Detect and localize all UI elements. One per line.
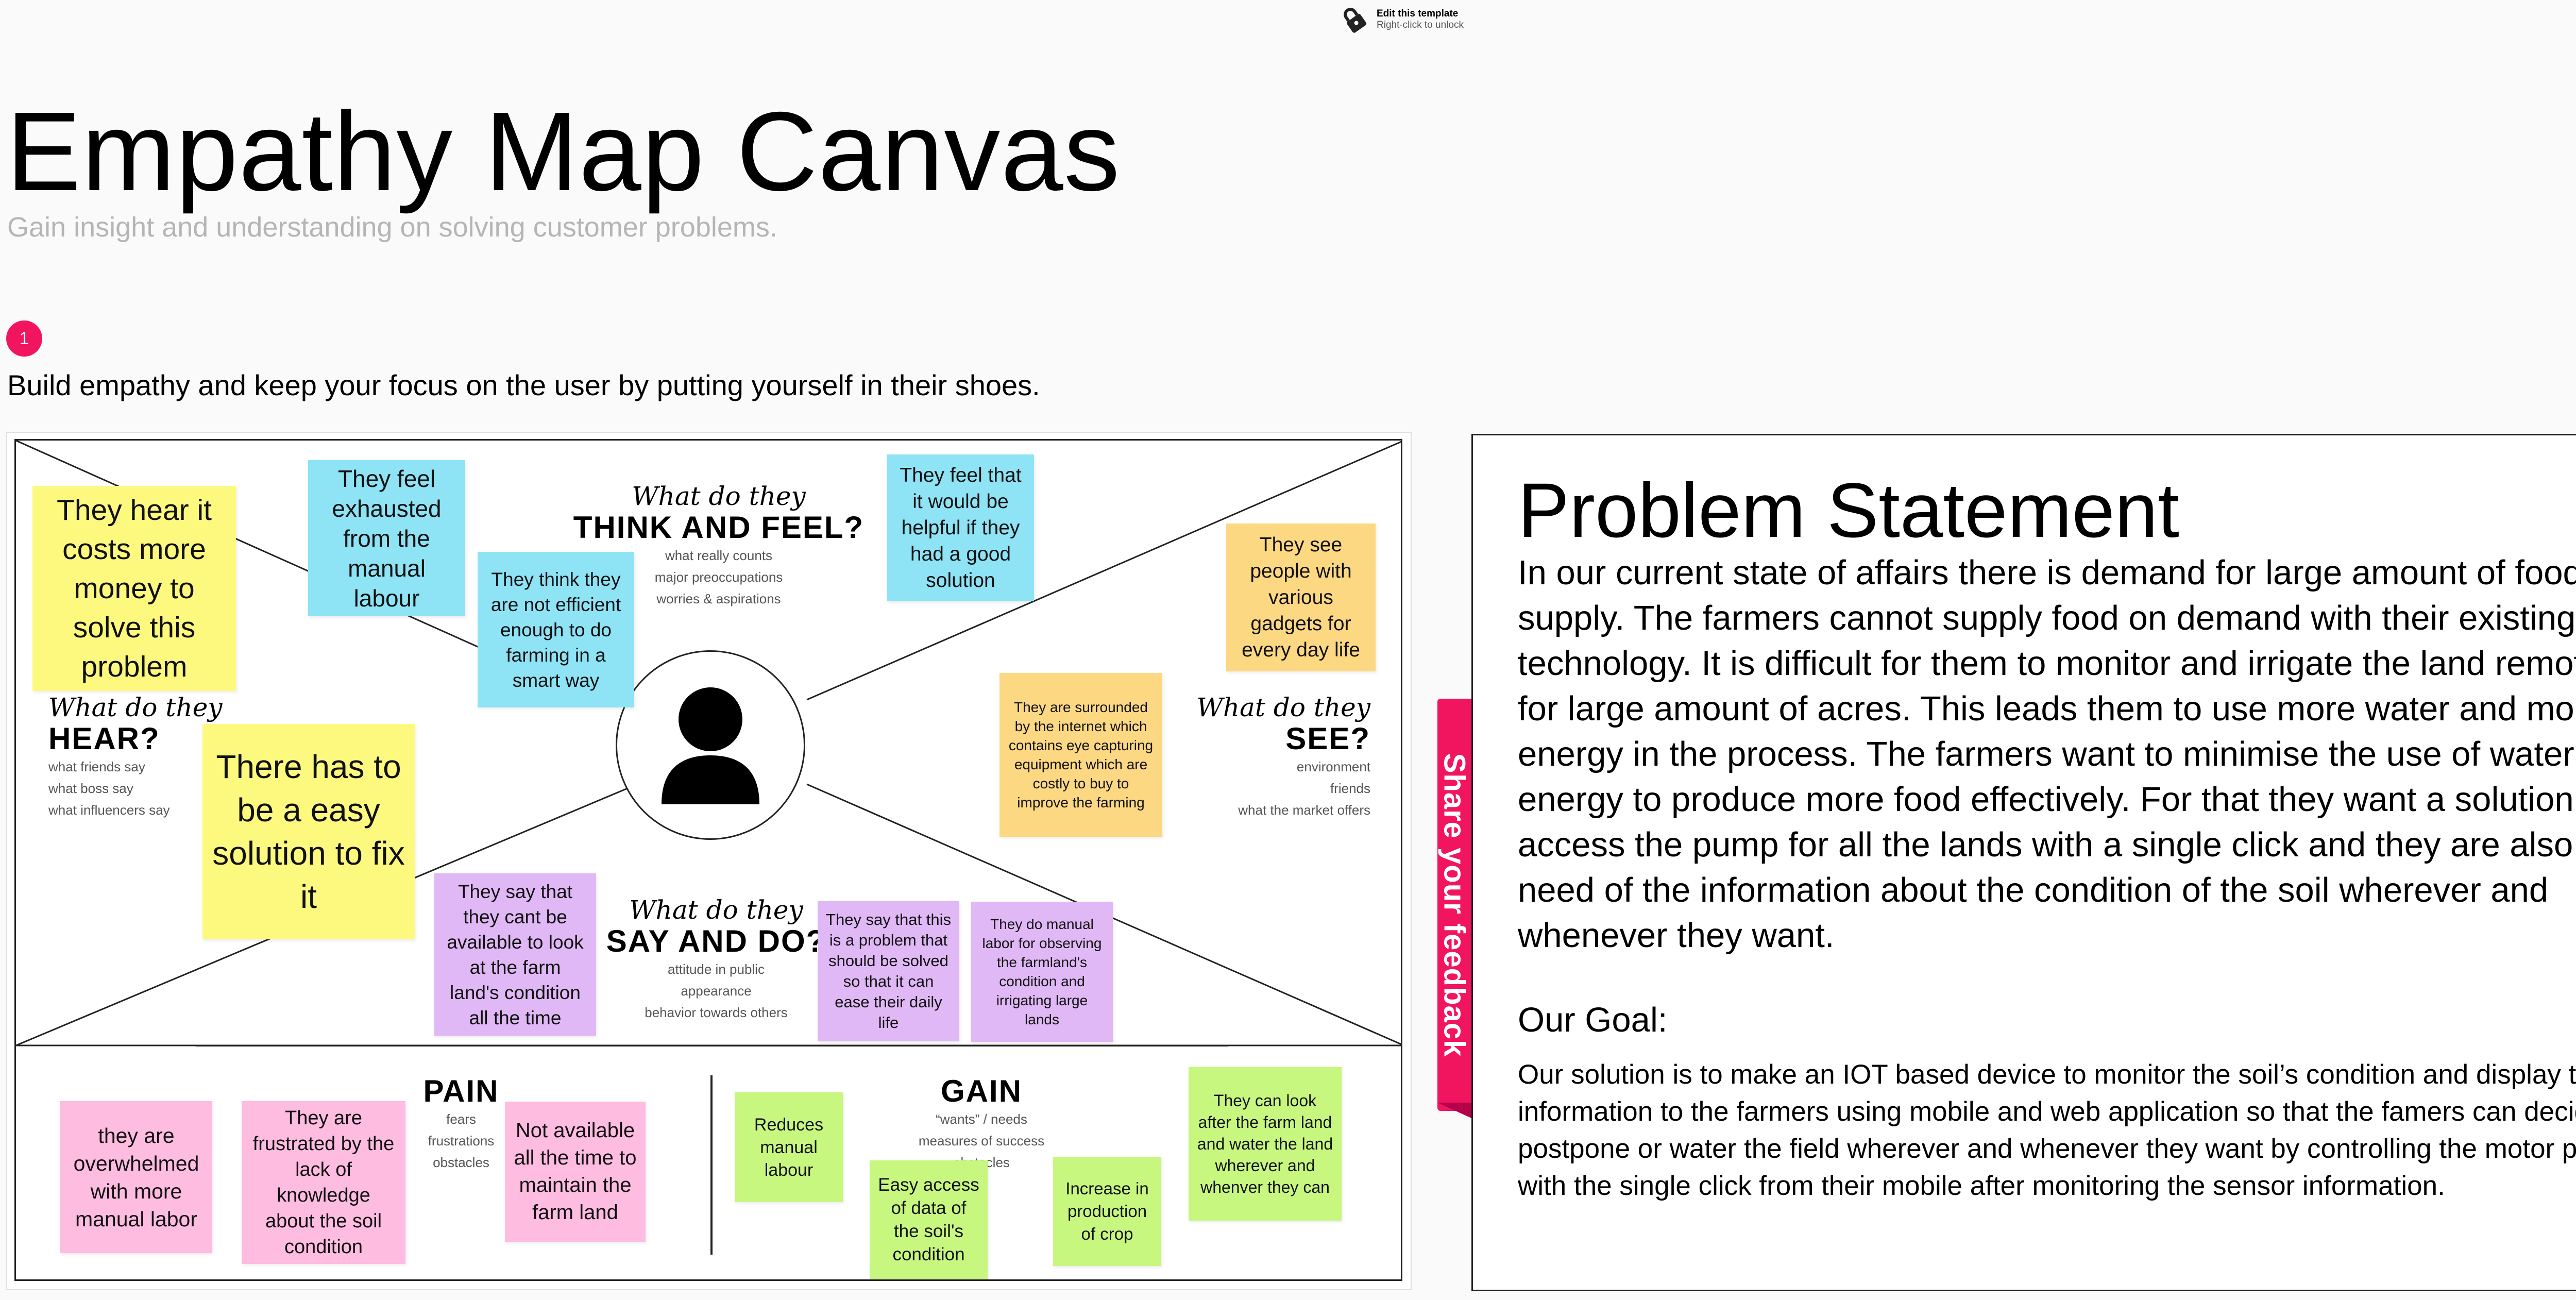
goal-body: Our solution is to make an IOT based dev… (1518, 1059, 2576, 1201)
step-badge: 1 (6, 320, 42, 357)
lock-icon (1344, 8, 1367, 33)
pain-heading: PAIN fears frustrations obstacles (402, 1074, 520, 1173)
pain-hint-2: frustrations (428, 1133, 495, 1149)
sticky-see-2[interactable]: They are surrounded by the internet whic… (999, 673, 1162, 837)
gain-hint-2: measures of success (918, 1133, 1045, 1149)
see-caps: SEE? (1285, 721, 1370, 756)
say-hint-3: behavior towards others (645, 1005, 788, 1020)
problem-statement-title: Problem Statement (1518, 467, 2179, 553)
problem-statement-body: In our current state of affairs there is… (1518, 553, 2576, 955)
lock-title: Edit this template (1377, 8, 1459, 19)
say-script: What do they (629, 895, 803, 925)
feedback-label: Share your feedback (1437, 753, 1471, 1057)
sticky-say-3[interactable]: They do manual labor for observing the f… (971, 902, 1113, 1042)
sticky-gain-4[interactable]: They can look after the farm land and wa… (1189, 1067, 1342, 1221)
goal-title: Our Goal: (1518, 1001, 1668, 1039)
sticky-pain-1[interactable]: they are overwhelmed with more manual la… (60, 1101, 212, 1253)
sticky-gain-3[interactable]: Increase in production of crop (1053, 1157, 1161, 1266)
think-caps: THINK AND FEEL? (573, 510, 865, 545)
pain-hint-1: fears (446, 1111, 476, 1127)
pain-hint-3: obstacles (433, 1155, 489, 1170)
instruction-text: Build empathy and keep your focus on the… (7, 369, 1040, 401)
gain-hint-1: “wants” / needs (936, 1111, 1027, 1127)
see-script: What do they (1196, 693, 1370, 722)
gain-caps: GAIN (941, 1074, 1022, 1108)
say-caps: SAY AND DO? (606, 924, 826, 958)
see-hint-2: friends (1330, 781, 1370, 796)
user-avatar (616, 650, 805, 840)
say-hint-1: attitude in public (668, 961, 765, 977)
sticky-think-3[interactable]: They feel that it would be helpful if th… (887, 454, 1034, 601)
sticky-hear-2[interactable]: There has to be a easy solution to fix i… (202, 724, 415, 939)
think-script: What do they (632, 481, 806, 511)
sticky-pain-3[interactable]: Not available all the time to maintain t… (505, 1102, 646, 1242)
feedback-tab[interactable]: Share your feedback (1437, 699, 1471, 1111)
see-hint-1: environment (1296, 759, 1370, 774)
hear-script: What do they (48, 693, 223, 722)
say-hint-2: appearance (681, 983, 752, 999)
sticky-pain-2[interactable]: They are frustrated by the lack of knowl… (242, 1101, 405, 1264)
user-avatar-icon (662, 687, 759, 804)
lock-subtitle: Right-click to unlock (1377, 20, 1464, 30)
sticky-hear-1[interactable]: They hear it costs more money to solve t… (32, 486, 236, 691)
sticky-see-1[interactable]: They see people with various gadgets for… (1226, 524, 1376, 671)
sticky-gain-1[interactable]: Reduces manual labour (735, 1092, 843, 1202)
sticky-think-1[interactable]: They feel exhausted from the manual labo… (308, 460, 465, 616)
sticky-say-1[interactable]: They say that they cant be available to … (434, 873, 596, 1036)
sticky-think-2[interactable]: They think they are not efficient enough… (478, 552, 634, 707)
edit-template-lock[interactable]: Edit this template Right-click to unlock (1338, 4, 1464, 35)
see-hint-3: what the market offers (1238, 802, 1370, 818)
sticky-gain-2[interactable]: Easy access of data of the soil's condit… (870, 1160, 988, 1279)
sticky-say-2[interactable]: They say that this is a problem that sho… (818, 901, 959, 1041)
say-do-heading: What do they SAY AND DO? attitude in pub… (577, 896, 855, 1023)
page-title: Empathy Map Canvas (6, 89, 1121, 214)
gain-heading: GAIN “wants” / needs measures of success… (902, 1074, 1061, 1173)
see-heading: What do they SEE? environment friends wh… (1185, 693, 1370, 821)
pain-caps: PAIN (423, 1074, 499, 1108)
page-subtitle: Gain insight and understanding on solvin… (7, 212, 777, 243)
